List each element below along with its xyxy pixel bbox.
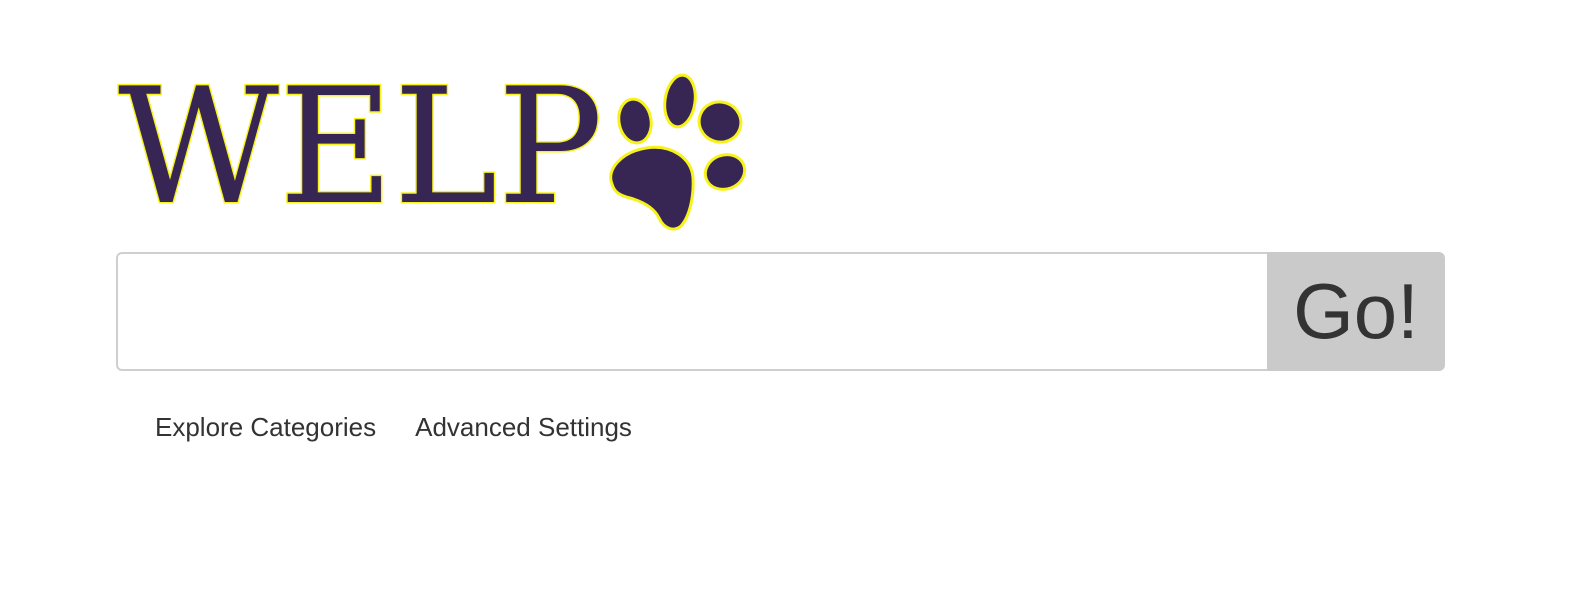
advanced-settings-link[interactable]: Advanced Settings: [415, 412, 632, 443]
go-button[interactable]: Go!: [1267, 252, 1445, 371]
paw-print-icon: [609, 73, 747, 231]
logo-wordmark: WELP: [118, 66, 603, 234]
search-bar: Go!: [116, 252, 1445, 371]
nav-links: Explore Categories Advanced Settings: [155, 412, 632, 443]
explore-categories-link[interactable]: Explore Categories: [155, 412, 376, 443]
welp-logo: WELP: [116, 66, 756, 234]
home-page: WELP Go! Explore Categories Advanced Set…: [0, 0, 1580, 608]
search-input[interactable]: [116, 252, 1267, 371]
